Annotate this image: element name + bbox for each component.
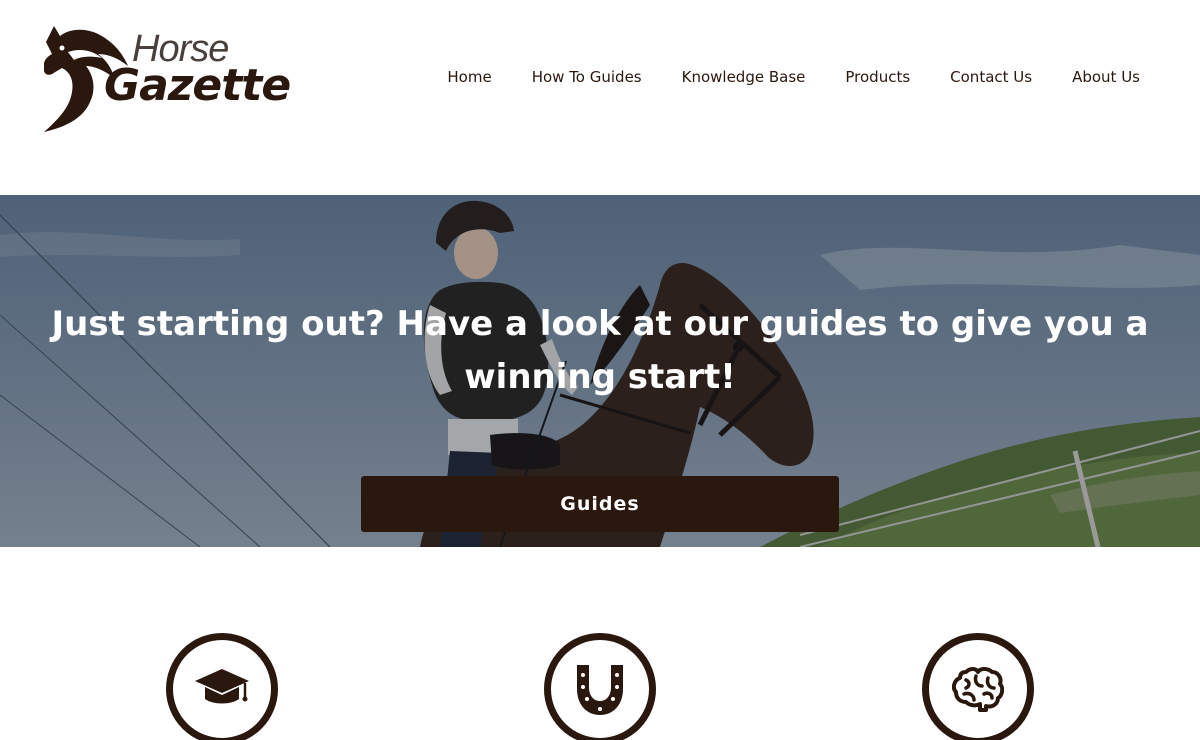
main-nav: Home How To Guides Knowledge Base Produc… [407, 67, 1140, 87]
logo-word-gazette: Gazette [104, 60, 291, 111]
feature-knowledge[interactable] [922, 633, 1034, 740]
feature-products[interactable] [544, 633, 656, 740]
nav-item-products[interactable]: Products [845, 67, 910, 87]
hero-heading: Just starting out? Have a look at our gu… [51, 304, 1149, 397]
features-section [0, 547, 1200, 740]
graduation-cap-icon [195, 669, 249, 704]
nav-item-how-to-guides[interactable]: How To Guides [532, 67, 642, 87]
site-logo[interactable]: Horse Gazette [40, 20, 310, 135]
guides-button[interactable]: Guides [361, 476, 839, 532]
nav-item-about-us[interactable]: About Us [1072, 67, 1140, 87]
horseshoe-icon [577, 665, 623, 715]
feature-guides[interactable] [166, 633, 278, 740]
brain-icon [952, 667, 1004, 712]
hero-banner: Just starting out? Have a look at our gu… [0, 195, 1200, 547]
nav-item-knowledge-base[interactable]: Knowledge Base [682, 67, 806, 87]
site-header: Horse Gazette Home How To Guides Knowled… [0, 0, 1200, 195]
nav-item-contact-us[interactable]: Contact Us [950, 67, 1032, 87]
nav-item-home[interactable]: Home [447, 67, 491, 87]
